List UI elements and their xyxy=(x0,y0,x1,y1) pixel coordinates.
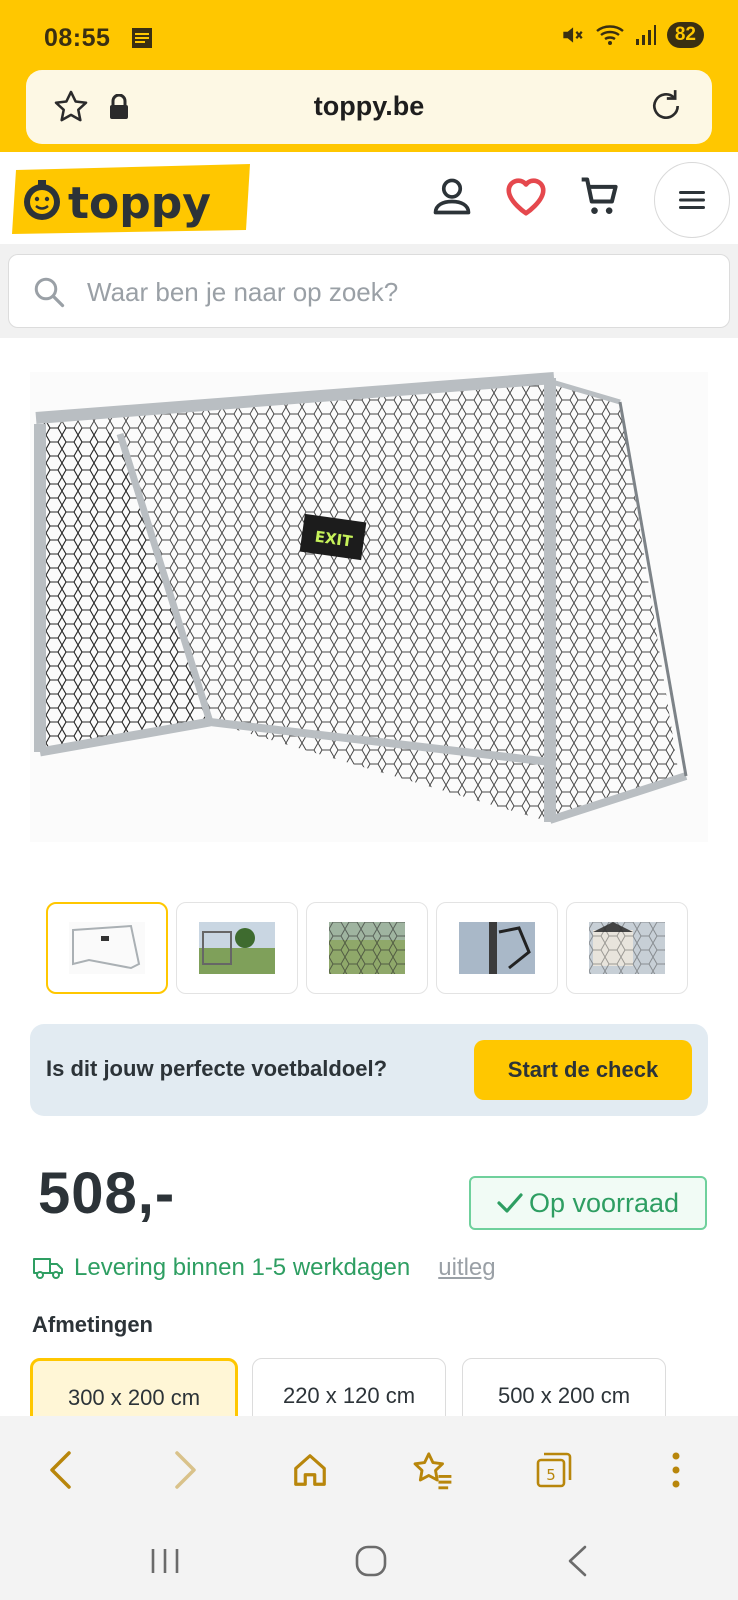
chevron-right-icon xyxy=(175,1451,196,1489)
delivery-truck-icon xyxy=(33,1258,63,1279)
home-circle-icon xyxy=(355,1545,387,1577)
recent-apps-button[interactable] xyxy=(140,1536,190,1586)
forward-button[interactable] xyxy=(158,1442,214,1498)
thumbnail-3[interactable] xyxy=(306,902,428,994)
back-button[interactable] xyxy=(32,1442,88,1498)
delivery-text: Levering binnen 1-5 werkdagen xyxy=(74,1254,411,1281)
browser-chrome: toppy.be xyxy=(0,66,738,152)
delivery-info-link[interactable]: uitleg xyxy=(438,1254,495,1282)
thumbnail-2[interactable] xyxy=(176,902,298,994)
logo-text: toppy xyxy=(68,178,211,229)
back-chevron-icon xyxy=(568,1545,587,1577)
notification-icon xyxy=(132,28,152,48)
reload-icon[interactable] xyxy=(646,86,686,126)
recent-apps-icon xyxy=(151,1549,179,1573)
cart-button[interactable] xyxy=(572,168,628,224)
search-placeholder: Waar ben je naar op zoek? xyxy=(87,277,399,307)
bookmarks-button[interactable] xyxy=(404,1442,460,1498)
dimensions-title: Afmetingen xyxy=(32,1312,153,1337)
status-time: 08:55 xyxy=(44,24,111,52)
battery-indicator: 82 xyxy=(666,22,704,48)
mute-icon xyxy=(563,27,583,43)
url-text: toppy.be xyxy=(313,91,425,121)
heart-icon xyxy=(506,178,546,216)
home-button[interactable] xyxy=(282,1442,338,1498)
star-list-icon xyxy=(413,1452,452,1490)
tabs-count: 5 xyxy=(546,1466,556,1484)
thumbnail-5[interactable] xyxy=(566,902,688,994)
stock-status: Op voorraad xyxy=(528,1187,680,1218)
toppy-logo[interactable]: toppy xyxy=(10,162,254,236)
search-icon xyxy=(34,277,65,308)
chevron-left-icon xyxy=(50,1451,71,1489)
tabs-icon: 5 xyxy=(536,1452,572,1488)
stock-badge: Op voorraad xyxy=(469,1176,707,1230)
system-back-button[interactable] xyxy=(552,1536,602,1586)
status-bar: 08:55 82 xyxy=(0,0,738,66)
goal-check-banner: Is dit jouw perfecte voetbaldoel? Start … xyxy=(30,1024,708,1116)
checkmark-icon xyxy=(497,1193,523,1213)
site-header: toppy xyxy=(0,152,738,244)
search-input[interactable]: Waar ben je naar op zoek? xyxy=(8,254,730,328)
soccer-goal-image: EXIT xyxy=(34,372,688,824)
system-nav-bar xyxy=(0,1522,738,1600)
address-bar[interactable]: toppy.be xyxy=(26,70,712,144)
search-section: Waar ben je naar op zoek? xyxy=(0,244,738,338)
signal-icon xyxy=(635,25,656,45)
thumbnail-image xyxy=(459,922,535,974)
delivery-info: Levering binnen 1-5 werkdagen uitleg xyxy=(32,1254,496,1282)
tabs-button[interactable]: 5 xyxy=(526,1442,582,1498)
system-home-button[interactable] xyxy=(346,1536,396,1586)
home-icon xyxy=(294,1454,326,1486)
user-icon xyxy=(433,178,471,215)
more-vertical-icon xyxy=(672,1452,680,1488)
hamburger-menu-icon xyxy=(679,191,705,209)
thumbnail-4[interactable] xyxy=(436,902,558,994)
thumbnail-image xyxy=(69,922,145,974)
wifi-icon xyxy=(596,25,624,45)
thumbnail-gallery xyxy=(46,902,688,994)
thumbnail-image xyxy=(589,922,665,974)
thumbnail-1[interactable] xyxy=(46,902,168,994)
more-options-button[interactable] xyxy=(648,1442,704,1498)
start-check-button[interactable]: Start de check xyxy=(474,1040,692,1100)
thumbnail-image xyxy=(199,922,275,974)
product-image[interactable]: EXIT xyxy=(30,372,708,842)
account-button[interactable] xyxy=(424,168,480,224)
menu-button[interactable] xyxy=(654,162,730,238)
wishlist-button[interactable] xyxy=(498,168,554,224)
product-price: 508,- xyxy=(38,1161,176,1226)
thumbnail-image xyxy=(329,922,405,974)
browser-toolbar: 5 xyxy=(0,1416,738,1522)
check-banner-text: Is dit jouw perfecte voetbaldoel? xyxy=(46,1056,388,1081)
cart-icon xyxy=(581,177,618,214)
